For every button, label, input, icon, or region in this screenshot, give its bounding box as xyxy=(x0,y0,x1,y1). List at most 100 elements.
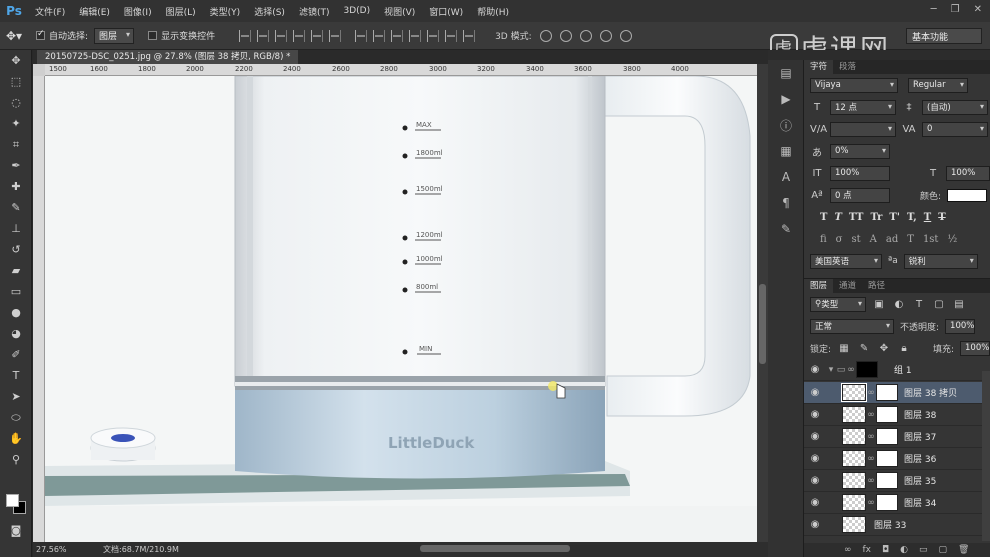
align-hcenter-icon[interactable] xyxy=(311,29,324,42)
layer-mask-thumbnail[interactable] xyxy=(876,472,898,489)
3d-roll-icon[interactable] xyxy=(559,29,572,42)
layer-thumbnail[interactable] xyxy=(842,516,866,533)
expand-arrow-icon[interactable]: ▾ xyxy=(826,365,836,375)
menu-help[interactable]: 帮助(H) xyxy=(470,5,516,18)
distribute-left-icon[interactable] xyxy=(409,29,422,42)
antialias-dropdown[interactable]: 锐利 xyxy=(903,253,978,269)
kerning-dropdown[interactable] xyxy=(830,121,896,137)
ordinals-button[interactable]: 1st xyxy=(923,234,939,245)
align-bottom-icon[interactable] xyxy=(275,29,288,42)
3d-scale-icon[interactable] xyxy=(619,29,632,42)
align-right-icon[interactable] xyxy=(329,29,342,42)
fill-input[interactable]: 100% xyxy=(960,340,990,356)
filter-type-icon[interactable]: T xyxy=(912,299,926,310)
text-color-swatch[interactable] xyxy=(947,188,988,202)
superscript-button[interactable]: T' xyxy=(889,212,900,223)
lock-position-icon[interactable]: ✥ xyxy=(877,343,891,354)
move-tool-preset-icon[interactable]: ✥▾ xyxy=(6,26,36,46)
trash-icon[interactable]: 🗑︎ xyxy=(958,545,969,555)
layer-mask-thumbnail[interactable] xyxy=(876,406,898,423)
eye-icon[interactable]: ◉ xyxy=(804,364,826,375)
eye-icon[interactable]: ◉ xyxy=(804,475,826,486)
menu-file[interactable]: 文件(F) xyxy=(28,5,72,18)
strikethrough-button[interactable]: T xyxy=(938,212,945,223)
stylistic-alt-button[interactable]: ad xyxy=(886,234,898,245)
fx-icon[interactable]: fx xyxy=(863,545,872,555)
paragraph-icon[interactable]: ¶ xyxy=(768,190,804,216)
layer-group-row[interactable]: ◉ ▾ ▭ ∞ 组 1 xyxy=(804,359,982,381)
ellipse-tool-icon[interactable]: ⬭ xyxy=(0,407,32,428)
new-layer-icon[interactable]: ▢ xyxy=(939,545,948,555)
layer-mask-thumbnail[interactable] xyxy=(876,450,898,467)
layer-thumbnail[interactable] xyxy=(842,428,866,445)
ligature-button[interactable]: fi xyxy=(820,234,827,245)
contextual-alt-button[interactable]: σ xyxy=(836,234,843,245)
font-family-dropdown[interactable]: Vijaya xyxy=(810,77,898,93)
horizontal-scale-input[interactable]: 100% xyxy=(946,165,990,181)
lock-transparent-icon[interactable]: ▦ xyxy=(837,343,851,354)
distribute-hcenter-icon[interactable] xyxy=(427,29,440,42)
eye-icon[interactable]: ◉ xyxy=(804,387,826,398)
tab-layers[interactable]: 图层 xyxy=(804,279,834,293)
layer-row[interactable]: ◉ ∞ 图层 34 xyxy=(804,492,982,514)
eye-icon[interactable]: ◉ xyxy=(804,497,826,508)
show-transform-checkbox[interactable]: 显示变换控件 xyxy=(148,29,215,42)
layers-scrollbar[interactable] xyxy=(982,371,990,541)
menu-window[interactable]: 窗口(W) xyxy=(422,5,470,18)
all-caps-button[interactable]: TT xyxy=(849,212,864,223)
pen-tool-icon[interactable]: ✐ xyxy=(0,344,32,365)
baseline-shift-input[interactable]: 0 点 xyxy=(830,187,890,203)
color-swatches[interactable] xyxy=(6,494,28,516)
layer-mask-thumbnail[interactable] xyxy=(876,384,898,401)
layer-row[interactable]: ◉ ∞ 图层 36 xyxy=(804,448,982,470)
tab-channels[interactable]: 通道 xyxy=(833,279,862,293)
crop-tool-icon[interactable]: ⌗ xyxy=(0,134,32,155)
layer-row[interactable]: ◉ ∞ 图层 35 xyxy=(804,470,982,492)
zoom-tool-icon[interactable]: ⚲ xyxy=(0,449,32,470)
swash-button[interactable]: A xyxy=(870,234,877,245)
ruler-origin[interactable] xyxy=(33,64,45,76)
vertical-scale-input[interactable]: 100% xyxy=(830,165,890,181)
auto-align-icon[interactable] xyxy=(463,29,476,42)
eye-icon[interactable]: ◉ xyxy=(804,409,826,420)
discretionary-ligature-button[interactable]: st xyxy=(852,234,861,245)
canvas[interactable]: LittleDuck MAX 1800ml 1500ml 1200ml 1000… xyxy=(45,76,757,542)
layer-row[interactable]: ◉ 图层 33 xyxy=(804,514,982,536)
layer-thumbnail[interactable] xyxy=(841,383,867,402)
hand-tool-icon[interactable]: ✋ xyxy=(0,428,32,449)
tracking-dropdown[interactable]: 0 xyxy=(922,121,988,137)
layer-thumbnail[interactable] xyxy=(842,472,866,489)
distribute-top-icon[interactable] xyxy=(355,29,368,42)
marquee-tool-icon[interactable]: ⬚ xyxy=(0,71,32,92)
dodge-tool-icon[interactable]: ◕ xyxy=(0,323,32,344)
history-brush-tool-icon[interactable]: ↺ xyxy=(0,239,32,260)
auto-select-checkbox[interactable]: 自动选择: xyxy=(36,29,88,42)
menu-layer[interactable]: 图层(L) xyxy=(159,5,203,18)
distribute-right-icon[interactable] xyxy=(445,29,458,42)
magic-wand-tool-icon[interactable]: ✦ xyxy=(0,113,32,134)
eye-icon[interactable]: ◉ xyxy=(804,519,826,530)
clone-stamp-tool-icon[interactable]: ⊥ xyxy=(0,218,32,239)
menu-3d[interactable]: 3D(D) xyxy=(336,6,377,16)
layer-filter-dropdown[interactable]: ⚲ 类型 xyxy=(810,296,866,312)
3d-slide-icon[interactable] xyxy=(599,29,612,42)
brush-tool-icon[interactable]: ✎ xyxy=(0,197,32,218)
filter-shape-icon[interactable]: ▢ xyxy=(932,299,946,310)
underline-button[interactable]: T xyxy=(924,212,931,223)
align-top-icon[interactable] xyxy=(239,29,252,42)
layer-mask-thumbnail[interactable] xyxy=(876,428,898,445)
opacity-input[interactable]: 100% xyxy=(945,318,976,334)
folder-icon[interactable]: ▭ xyxy=(919,545,928,555)
blend-mode-dropdown[interactable]: 正常 xyxy=(810,318,894,334)
tab-paths[interactable]: 路径 xyxy=(862,279,891,293)
eraser-tool-icon[interactable]: ▰ xyxy=(0,260,32,281)
mask-icon[interactable]: ◘ xyxy=(882,545,889,555)
zoom-level[interactable]: 27.56% xyxy=(33,545,73,554)
close-icon[interactable]: ✕ xyxy=(974,4,982,15)
menu-filter[interactable]: 滤镜(T) xyxy=(292,5,337,18)
workspace-dropdown[interactable]: 基本功能 xyxy=(906,28,982,44)
lasso-tool-icon[interactable]: ◌ xyxy=(0,92,32,113)
healing-brush-tool-icon[interactable]: ✚ xyxy=(0,176,32,197)
align-left-icon[interactable] xyxy=(293,29,306,42)
auto-select-dropdown[interactable]: 图层 xyxy=(94,27,135,44)
